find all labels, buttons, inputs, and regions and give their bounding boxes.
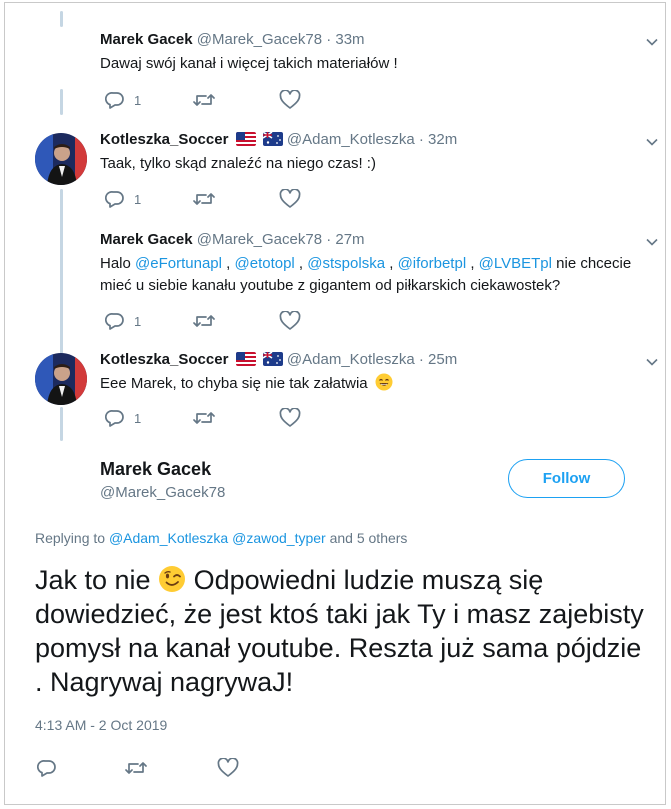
like-icon — [279, 311, 301, 330]
like-icon — [279, 189, 301, 208]
tweet-actions: 1 — [105, 189, 365, 211]
tweet-time[interactable]: · 32m — [419, 131, 457, 148]
thread-line — [60, 11, 63, 27]
retweet-icon — [193, 412, 215, 424]
separator: , — [221, 255, 235, 272]
retweet-button[interactable] — [193, 311, 215, 331]
retweet-button[interactable] — [193, 90, 215, 110]
mention-link[interactable]: @LVBETpl — [479, 255, 552, 272]
separator: , — [466, 255, 479, 272]
like-button[interactable] — [279, 311, 301, 331]
chevron-down-icon[interactable] — [645, 355, 659, 369]
reply-count: 1 — [134, 410, 142, 426]
follow-button[interactable]: Follow — [508, 459, 625, 498]
replying-suffix[interactable]: and 5 others — [326, 530, 408, 546]
chevron-down-icon[interactable] — [645, 35, 659, 49]
chevron-down-icon[interactable] — [645, 235, 659, 249]
mention-link[interactable]: @zawod_typer — [232, 530, 326, 546]
reply-text: Halo @eFortunapl , @etotopl , @stspolska… — [100, 253, 640, 297]
smiling-emoji-icon — [375, 373, 393, 391]
main-author-name[interactable]: Marek Gacek — [100, 459, 211, 480]
main-text-part1: Jak to nie — [35, 565, 159, 595]
tweet-timestamp[interactable]: 4:13 AM - 2 Oct 2019 — [35, 717, 167, 733]
retweet-icon — [193, 193, 215, 205]
separator: , — [294, 255, 308, 272]
reply-count: 1 — [134, 92, 142, 108]
mention-link[interactable]: @iforbetpl — [398, 255, 467, 272]
reply-button[interactable] — [37, 758, 57, 778]
tweet-actions: 1 — [105, 311, 365, 333]
like-button[interactable] — [279, 90, 301, 110]
replying-prefix: Replying to — [35, 530, 109, 546]
mention-link[interactable]: @eFortunapl — [135, 255, 222, 272]
retweet-button[interactable] — [125, 758, 147, 778]
author-handle[interactable]: @Adam_Kotleszka — [287, 351, 415, 368]
author-name[interactable]: Marek Gacek — [100, 231, 193, 248]
reply-text: Taak, tylko skąd znaleźć na niego czas! … — [100, 155, 376, 172]
retweet-icon — [193, 315, 215, 327]
winking-emoji-icon — [159, 566, 186, 592]
like-button[interactable] — [279, 408, 301, 428]
reply-button[interactable]: 1 — [105, 189, 141, 209]
mention-link[interactable]: @stspolska — [307, 255, 385, 272]
like-button[interactable] — [279, 189, 301, 209]
reply-button[interactable]: 1 — [105, 408, 141, 428]
avatar[interactable] — [35, 133, 87, 185]
main-author-handle[interactable]: @Marek_Gacek78 — [100, 484, 225, 501]
reply-icon — [105, 191, 124, 208]
reply-text: Eee Marek, to chyba się nie tak załatwia — [100, 373, 640, 395]
like-icon — [279, 408, 301, 427]
reply-icon — [105, 410, 124, 427]
replying-to: Replying to @Adam_Kotleszka @zawod_typer… — [35, 530, 407, 546]
main-tweet-text: Jak to nie Odpowiedni ludzie muszą się d… — [35, 563, 645, 699]
reply-button[interactable]: 1 — [105, 90, 141, 110]
author-name[interactable]: Kotleszka_Soccer — [100, 131, 228, 148]
author-handle[interactable]: @Marek_Gacek78 — [197, 31, 322, 48]
reply-button[interactable]: 1 — [105, 311, 141, 331]
reply-icon — [105, 92, 124, 109]
reply-icon — [37, 760, 56, 777]
retweet-icon — [193, 94, 215, 106]
retweet-button[interactable] — [193, 189, 215, 209]
reply-author: Marek Gacek @Marek_Gacek78 · 27m — [100, 231, 365, 248]
reply-icon — [105, 313, 124, 330]
reply-count: 1 — [134, 191, 142, 207]
tweet-time[interactable]: · 27m — [326, 231, 364, 248]
mention-link[interactable]: @Adam_Kotleszka — [109, 530, 228, 546]
tweet-time[interactable]: · 33m — [326, 31, 364, 48]
tweet-conversation-panel: Marek Gacek @Marek_Gacek78 · 33m Dawaj s… — [4, 2, 666, 805]
tweet-time[interactable]: · 25m — [419, 351, 457, 368]
retweet-icon — [125, 762, 147, 774]
author-handle[interactable]: @Adam_Kotleszka — [287, 131, 415, 148]
australia-flag-icon — [262, 132, 283, 146]
like-icon — [217, 758, 239, 777]
reply-author: Marek Gacek @Marek_Gacek78 · 33m — [100, 31, 365, 48]
separator: , — [385, 255, 398, 272]
author-name[interactable]: Marek Gacek — [100, 31, 193, 48]
reply-text-content: Eee Marek, to chyba się nie tak załatwia — [100, 375, 368, 392]
us-flag-icon — [235, 352, 256, 366]
retweet-button[interactable] — [193, 408, 215, 428]
thread-line — [60, 407, 63, 441]
author-handle[interactable]: @Marek_Gacek78 — [197, 231, 322, 248]
avatar[interactable] — [35, 353, 87, 405]
reply-author: Kotleszka_Soccer @Adam_Kotleszka · 32m — [100, 131, 457, 148]
tweet-actions: 1 — [105, 408, 365, 430]
like-icon — [279, 90, 301, 109]
reply-author: Kotleszka_Soccer @Adam_Kotleszka · 25m — [100, 351, 457, 368]
chevron-down-icon[interactable] — [645, 135, 659, 149]
reply-count: 1 — [134, 313, 142, 329]
author-name[interactable]: Kotleszka_Soccer — [100, 351, 228, 368]
us-flag-icon — [235, 132, 256, 146]
reply-text: Dawaj swój kanał i więcej takich materia… — [100, 55, 398, 72]
main-tweet-actions — [37, 758, 337, 782]
thread-line — [60, 89, 63, 115]
tweet-actions: 1 — [105, 90, 365, 112]
australia-flag-icon — [262, 352, 283, 366]
like-button[interactable] — [217, 758, 239, 778]
text-prefix: Halo — [100, 255, 136, 272]
mention-link[interactable]: @etotopl — [235, 255, 295, 272]
